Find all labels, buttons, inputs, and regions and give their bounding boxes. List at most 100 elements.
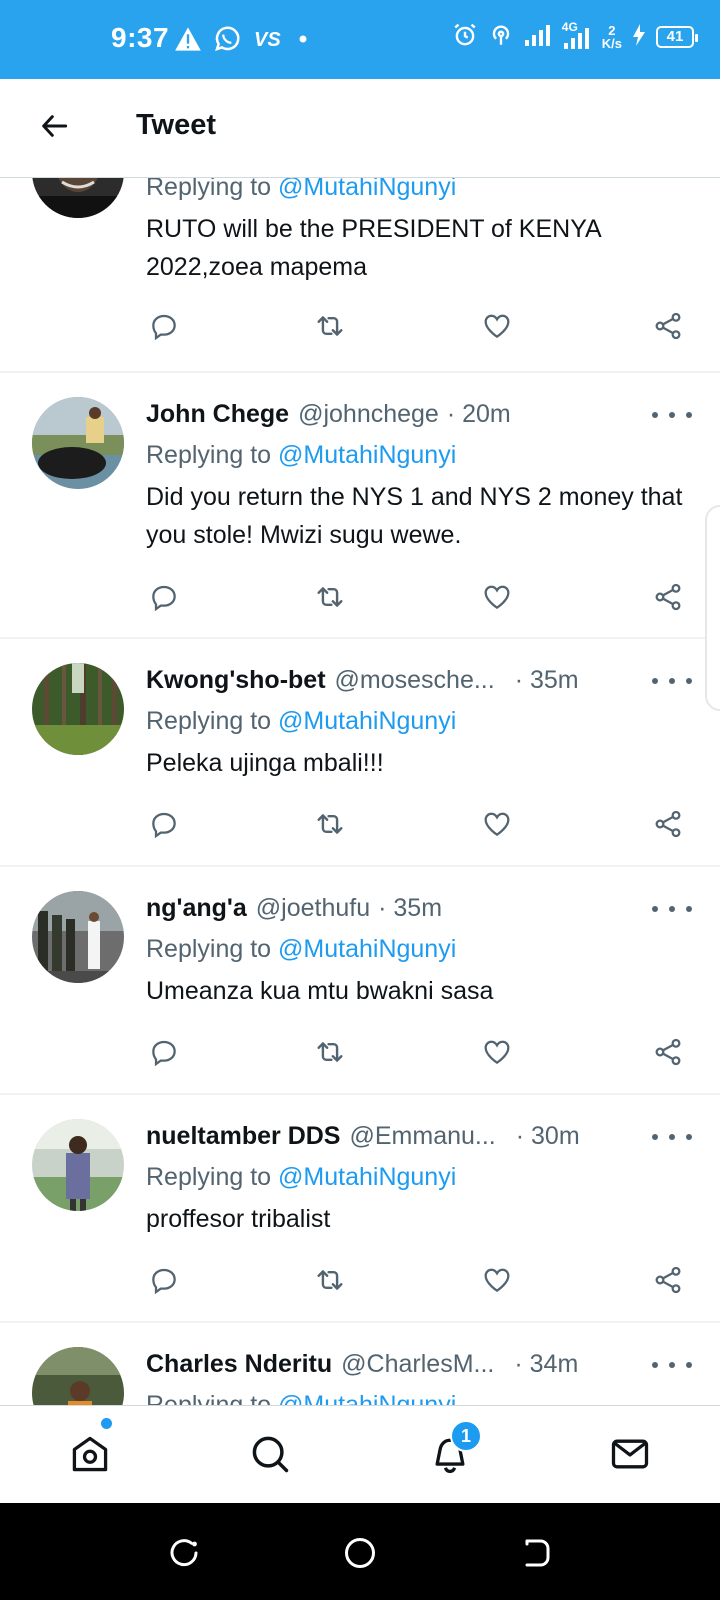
avatar[interactable] xyxy=(32,891,124,983)
tweet-time: · 35m xyxy=(378,894,443,922)
signal-4g-icon: 4G xyxy=(562,20,592,50)
top-app-bar: Tweet xyxy=(0,79,720,178)
system-navigation-bar xyxy=(0,1503,720,1600)
alarm-icon xyxy=(452,22,478,51)
tweet-text: Umeanza kua mtu bwakni sasa xyxy=(146,977,494,1005)
reply-icon[interactable] xyxy=(146,308,182,344)
messages-icon[interactable] xyxy=(606,1430,654,1478)
tweet-actions xyxy=(146,1262,694,1298)
share-icon[interactable] xyxy=(650,1262,686,1298)
retweet-icon[interactable] xyxy=(312,579,348,615)
share-icon[interactable] xyxy=(650,308,686,344)
user-handle[interactable]: @Emmanu... xyxy=(349,1122,495,1151)
tweet-text: Did you return the NYS 1 and NYS 2 money… xyxy=(146,483,683,549)
share-icon[interactable] xyxy=(650,806,686,842)
home-icon[interactable] xyxy=(66,1430,114,1478)
dot-icon xyxy=(296,32,310,51)
tweet-header: nueltamber DDS @Emmanu... · 30m xyxy=(146,1122,580,1151)
mention-link[interactable]: @MutahiNgunyi xyxy=(278,441,456,469)
user-handle[interactable]: @johnchege xyxy=(298,400,439,429)
user-name[interactable]: Charles Nderitu xyxy=(146,1350,332,1379)
reply-icon[interactable] xyxy=(146,1034,182,1070)
warning-icon xyxy=(174,26,202,57)
home-unread-dot xyxy=(101,1418,112,1429)
user-handle[interactable]: @CharlesM... xyxy=(341,1350,494,1379)
status-time: 9:37 xyxy=(111,22,170,53)
user-name[interactable]: Kwong'sho-bet xyxy=(146,666,326,695)
more-options-icon[interactable] xyxy=(652,899,692,919)
status-left-icons: VS xyxy=(174,24,310,59)
tweet-actions xyxy=(146,1034,694,1070)
tweet-header: Kwong'sho-bet @mosesche... · 35m xyxy=(146,666,579,695)
scroll-handle[interactable] xyxy=(705,505,720,711)
like-icon[interactable] xyxy=(479,806,515,842)
share-icon[interactable] xyxy=(650,1034,686,1070)
mention-link[interactable]: @MutahiNgunyi xyxy=(278,1391,456,1405)
more-options-icon[interactable] xyxy=(652,405,692,425)
avatar[interactable] xyxy=(32,663,124,755)
battery-icon: 41 xyxy=(656,25,698,48)
like-icon[interactable] xyxy=(479,1034,515,1070)
like-icon[interactable] xyxy=(479,1262,515,1298)
replying-to: Replying to @MutahiNgunyi xyxy=(146,707,457,735)
reply-icon[interactable] xyxy=(146,579,182,615)
reply-icon[interactable] xyxy=(146,806,182,842)
status-right-icons: 4G 2 K/s 41 xyxy=(452,20,698,51)
replying-to: Replying to @MutahiNgunyi xyxy=(146,1163,457,1191)
hotspot-icon xyxy=(488,22,514,51)
tweet-actions xyxy=(146,308,694,344)
whatsapp-icon xyxy=(212,24,242,59)
search-icon[interactable] xyxy=(246,1430,294,1478)
divider xyxy=(0,865,720,867)
user-handle[interactable]: @joethufu xyxy=(256,894,370,923)
signal-icon xyxy=(524,23,552,50)
system-back-icon[interactable] xyxy=(516,1533,556,1573)
tweet-text: Peleka ujinga mbali!!! xyxy=(146,749,384,777)
share-icon[interactable] xyxy=(650,579,686,615)
tweet-time: · 35m xyxy=(514,666,579,694)
page-title: Tweet xyxy=(136,109,217,141)
arrow-left-icon xyxy=(39,110,71,147)
like-icon[interactable] xyxy=(479,579,515,615)
avatar[interactable] xyxy=(32,1119,124,1211)
retweet-icon[interactable] xyxy=(312,308,348,344)
back-button[interactable] xyxy=(34,107,76,149)
retweet-icon[interactable] xyxy=(312,1034,348,1070)
retweet-icon[interactable] xyxy=(312,806,348,842)
user-name[interactable]: ng'ang'a xyxy=(146,894,247,923)
divider xyxy=(0,371,720,373)
vpn-icon: VS xyxy=(252,27,286,56)
mention-link[interactable]: @MutahiNgunyi xyxy=(278,707,456,735)
system-home-icon[interactable] xyxy=(340,1533,380,1573)
like-icon[interactable] xyxy=(479,308,515,344)
user-name[interactable]: John Chege xyxy=(146,400,289,429)
replying-to: Replying to @MutahiNgunyi xyxy=(146,441,457,469)
status-bar: 9:37 VS 4G 2 K/s 41 xyxy=(0,0,720,79)
tweet-header: ng'ang'a @joethufu · 35m xyxy=(146,894,442,923)
svg-text:VS: VS xyxy=(254,29,281,51)
tweet-time: · 34m xyxy=(514,1350,579,1378)
divider xyxy=(0,1321,720,1323)
charging-icon xyxy=(632,23,646,50)
user-name[interactable]: nueltamber DDS xyxy=(146,1122,340,1151)
tweet-time: · 30m xyxy=(515,1122,580,1150)
notification-badge: 1 xyxy=(450,1420,482,1452)
recent-apps-icon[interactable] xyxy=(164,1533,204,1573)
tweet-text: RUTO will be the PRESIDENT of KENYA 2022… xyxy=(146,215,601,281)
more-options-icon[interactable] xyxy=(652,1127,692,1147)
network-speed: 2 K/s xyxy=(601,22,622,51)
mention-link[interactable]: @MutahiNgunyi xyxy=(278,935,456,963)
mention-link[interactable]: @MutahiNgunyi xyxy=(278,1163,456,1191)
divider xyxy=(0,1093,720,1095)
user-handle[interactable]: @mosesche... xyxy=(335,666,495,695)
retweet-icon[interactable] xyxy=(312,1262,348,1298)
avatar[interactable] xyxy=(32,1347,124,1405)
more-options-icon[interactable] xyxy=(652,671,692,691)
tweet-header: John Chege @johnchege · 20m xyxy=(146,400,511,429)
avatar[interactable] xyxy=(32,397,124,489)
tweet-feed[interactable]: Replying to @MutahiNgunyi RUTO will be t… xyxy=(0,0,720,1405)
reply-icon[interactable] xyxy=(146,1262,182,1298)
tweet-header: Charles Nderitu @CharlesM... · 34m xyxy=(146,1350,578,1379)
tweet-actions xyxy=(146,806,694,842)
more-options-icon[interactable] xyxy=(652,1355,692,1375)
